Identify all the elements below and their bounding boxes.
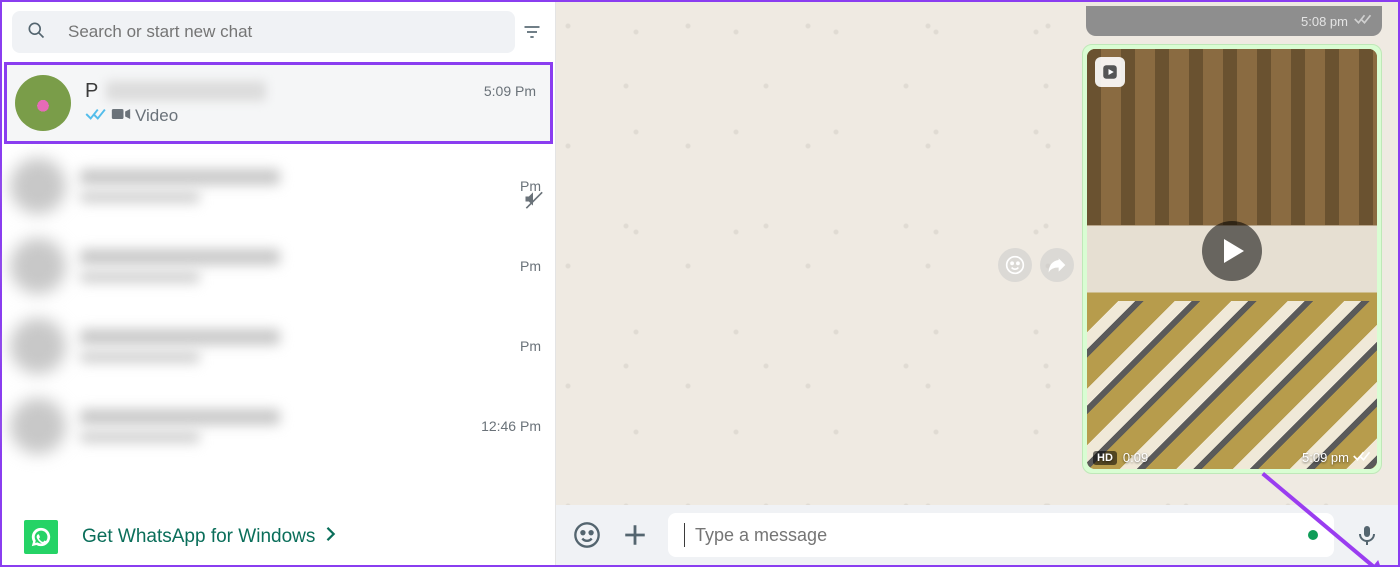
video-meta: HD 0:09 5:09 pm [1093,450,1371,465]
emoji-react-icon[interactable] [998,248,1032,282]
emoji-icon[interactable] [572,520,602,550]
search-icon [26,20,46,45]
windows-banner-label: Get WhatsApp for Windows [82,526,315,548]
encryption-dot-icon [1308,530,1318,540]
chat-time: Pm [520,258,541,274]
hd-badge: HD [1093,451,1117,465]
avatar [15,75,71,131]
chat-row[interactable]: Pm [2,306,555,386]
search-input[interactable] [68,22,501,42]
video-thumb-fg [1087,301,1377,469]
microphone-icon[interactable] [1352,520,1382,550]
chat-time: Pm [520,338,541,354]
avatar [10,158,66,214]
chat-info [80,249,506,283]
muted-icon [523,189,543,214]
play-icon[interactable] [1202,221,1262,281]
chat-row[interactable]: Pm [2,146,555,226]
avatar [10,398,66,454]
video-thumb-bg [1087,49,1377,225]
chat-row-selected[interactable]: P 5:09 Pm Video [7,65,550,141]
chat-info [80,329,506,363]
app-frame: P 5:09 Pm Video [0,0,1400,567]
chat-row[interactable]: Pm [2,226,555,306]
attach-plus-icon[interactable] [620,520,650,550]
message-input[interactable] [695,525,1298,546]
message-time: 5:09 pm [1302,450,1349,465]
chat-info [80,409,467,443]
message-field[interactable] [668,513,1334,557]
windows-banner[interactable]: Get WhatsApp for Windows [2,509,555,565]
reel-icon [1095,57,1125,87]
compose-bar [556,505,1398,565]
chat-name: P [85,80,266,103]
forward-icon[interactable] [1040,248,1074,282]
chat-info [80,169,506,203]
search-row [12,11,545,53]
chat-info: P 5:09 Pm Video [85,80,536,127]
chat-list-panel: P 5:09 Pm Video [2,2,556,565]
chat-name-redacted [106,81,266,101]
double-check-icon [1353,450,1371,465]
chat-row[interactable]: 12:46 Pm [2,386,555,466]
chat-preview-label: Video [135,106,178,126]
message-bubble-previous[interactable]: 5:08 pm [1086,6,1382,36]
selected-chat-highlight: P 5:09 Pm Video [4,62,553,144]
message-time: 5:08 pm [1301,14,1348,29]
message-actions [998,248,1074,282]
message-bubble-video[interactable]: HD 0:09 5:09 pm [1082,44,1382,474]
double-check-icon [85,106,107,127]
text-caret [684,523,685,547]
chat-time: 12:46 Pm [481,418,541,434]
filter-icon[interactable] [519,19,545,45]
video-thumbnail[interactable]: HD 0:09 5:09 pm [1087,49,1377,469]
conversation-panel: 5:08 pm HD 0:09 5:09 [556,2,1398,565]
avatar [10,318,66,374]
videocam-icon [111,106,131,127]
chevron-right-icon [325,526,337,548]
avatar [10,238,66,294]
chat-time: 5:09 Pm [484,83,536,99]
windows-banner-link[interactable]: Get WhatsApp for Windows [82,526,337,548]
chat-name-prefix: P [85,80,98,102]
search-box[interactable] [12,11,515,53]
double-check-icon [1354,12,1372,30]
video-duration: 0:09 [1123,450,1148,465]
whatsapp-logo-icon [24,520,58,554]
